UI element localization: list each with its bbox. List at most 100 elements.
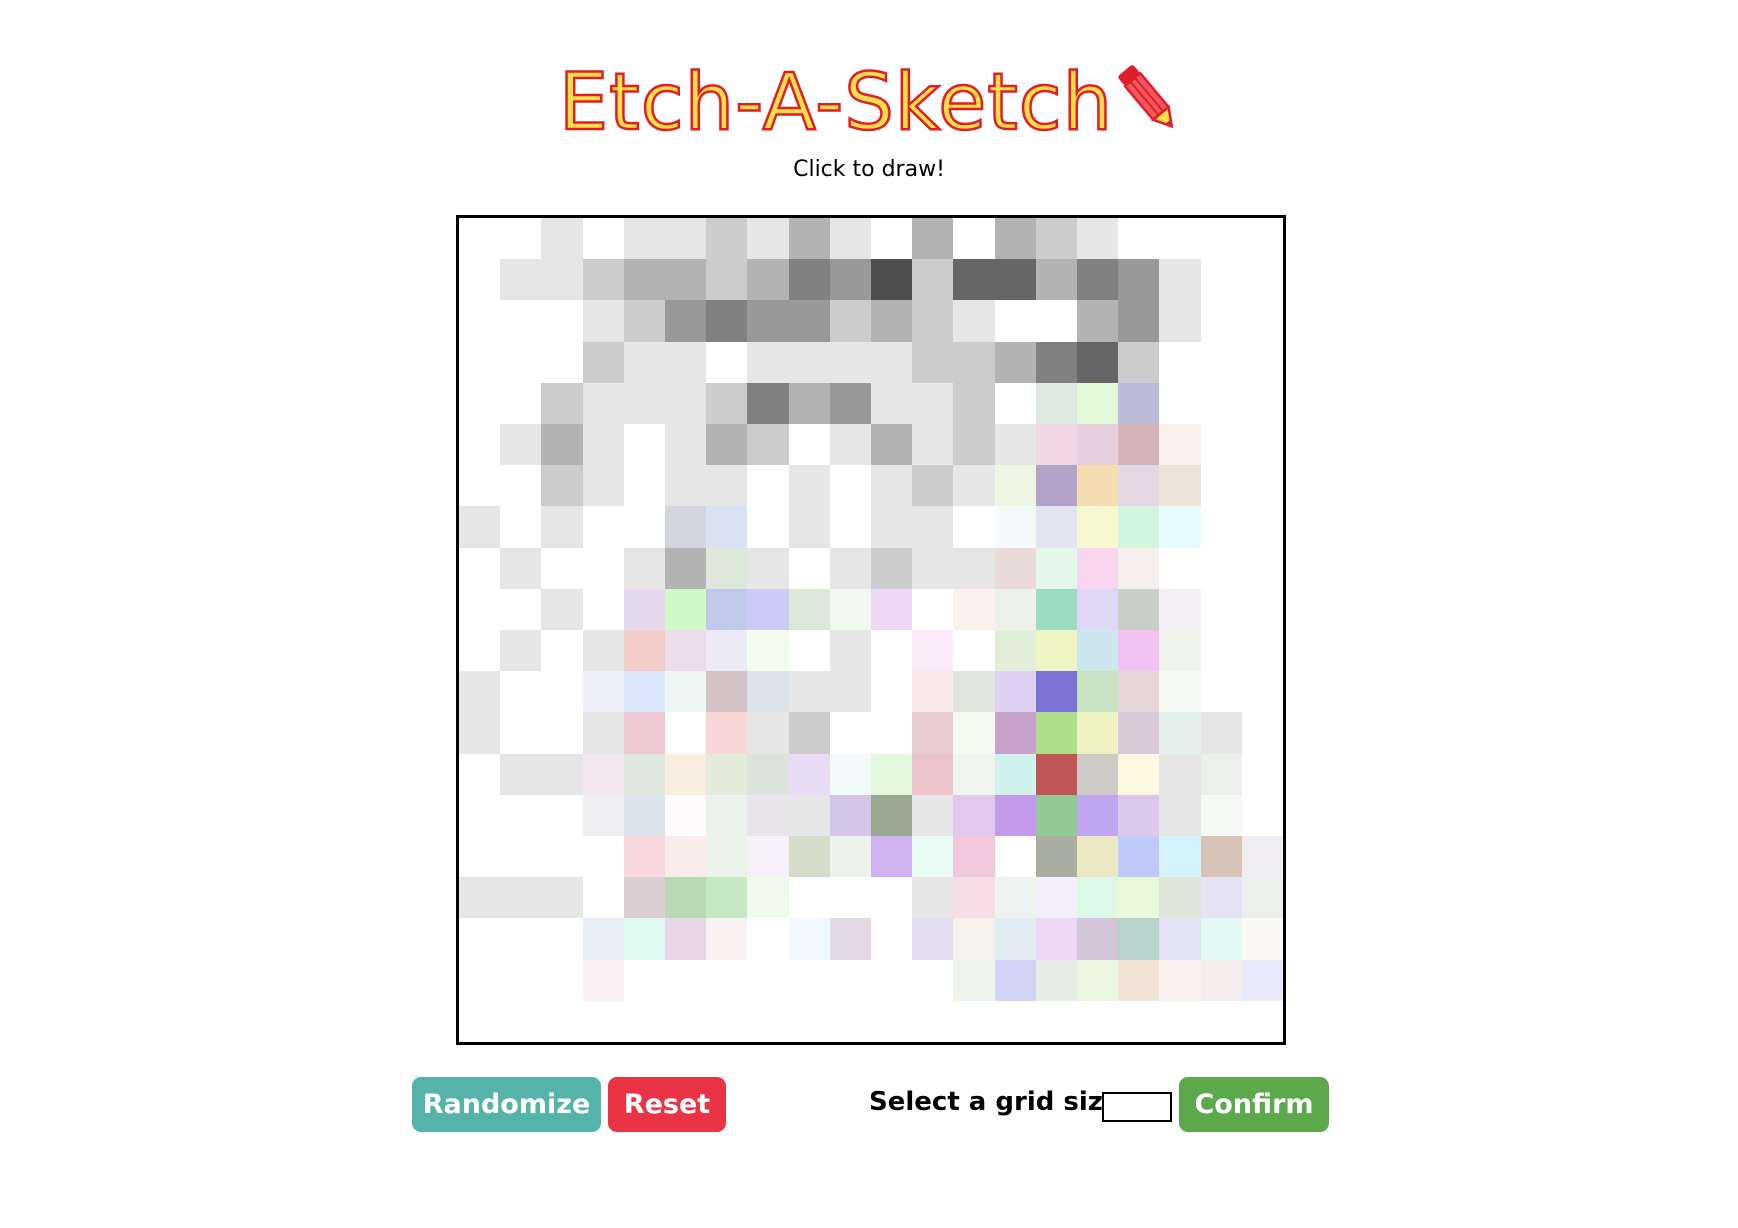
grid-cell[interactable]	[1118, 836, 1160, 878]
grid-cell[interactable]	[1241, 465, 1283, 507]
grid-cell[interactable]	[1035, 259, 1077, 301]
grid-cell[interactable]	[1200, 959, 1242, 1001]
grid-cell[interactable]	[994, 671, 1036, 713]
grid-cell[interactable]	[500, 877, 542, 919]
grid-cell[interactable]	[912, 588, 954, 630]
grid-cell[interactable]	[1200, 259, 1242, 301]
grid-cell[interactable]	[459, 424, 501, 466]
grid-cell[interactable]	[459, 300, 501, 342]
grid-cell[interactable]	[541, 877, 583, 919]
grid-cell[interactable]	[871, 341, 913, 383]
grid-cell[interactable]	[953, 424, 995, 466]
grid-cell[interactable]	[500, 794, 542, 836]
grid-cell[interactable]	[582, 1000, 624, 1042]
grid-cell[interactable]	[788, 836, 830, 878]
grid-cell[interactable]	[747, 671, 789, 713]
grid-cell[interactable]	[706, 300, 748, 342]
grid-cell[interactable]	[871, 588, 913, 630]
grid-cell[interactable]	[747, 506, 789, 548]
grid-cell[interactable]	[1035, 630, 1077, 672]
grid-cell[interactable]	[788, 588, 830, 630]
grid-cell[interactable]	[871, 836, 913, 878]
grid-cell[interactable]	[500, 753, 542, 795]
grid-cell[interactable]	[871, 382, 913, 424]
grid-cell[interactable]	[747, 218, 789, 260]
grid-cell[interactable]	[1118, 465, 1160, 507]
grid-cell[interactable]	[623, 794, 665, 836]
grid-cell[interactable]	[541, 259, 583, 301]
grid-cell[interactable]	[1200, 671, 1242, 713]
grid-cell[interactable]	[953, 1000, 995, 1042]
grid-cell[interactable]	[788, 341, 830, 383]
grid-cell[interactable]	[1077, 630, 1119, 672]
grid-cell[interactable]	[500, 259, 542, 301]
grid-cell[interactable]	[623, 382, 665, 424]
grid-cell[interactable]	[623, 671, 665, 713]
grid-cell[interactable]	[1035, 712, 1077, 754]
grid-cell[interactable]	[1118, 1000, 1160, 1042]
grid-cell[interactable]	[994, 959, 1036, 1001]
grid-cell[interactable]	[953, 794, 995, 836]
grid-cell[interactable]	[1035, 300, 1077, 342]
grid-cell[interactable]	[459, 218, 501, 260]
grid-cell[interactable]	[1118, 753, 1160, 795]
grid-cell[interactable]	[500, 630, 542, 672]
grid-cell[interactable]	[623, 918, 665, 960]
grid-cell[interactable]	[623, 300, 665, 342]
sketch-grid[interactable]	[459, 218, 1283, 1042]
grid-cell[interactable]	[1118, 547, 1160, 589]
randomize-button[interactable]: Randomize	[412, 1077, 601, 1132]
grid-cell[interactable]	[459, 506, 501, 548]
grid-cell[interactable]	[829, 259, 871, 301]
grid-cell[interactable]	[665, 794, 707, 836]
grid-cell[interactable]	[623, 506, 665, 548]
grid-cell[interactable]	[788, 218, 830, 260]
grid-cell[interactable]	[1159, 465, 1201, 507]
grid-cell[interactable]	[1118, 259, 1160, 301]
grid-cell[interactable]	[1077, 300, 1119, 342]
grid-cell[interactable]	[665, 424, 707, 466]
grid-cell[interactable]	[1159, 712, 1201, 754]
grid-cell[interactable]	[871, 630, 913, 672]
grid-cell[interactable]	[1241, 918, 1283, 960]
grid-cell[interactable]	[706, 1000, 748, 1042]
grid-cell[interactable]	[871, 877, 913, 919]
grid-cell[interactable]	[912, 218, 954, 260]
grid-cell[interactable]	[1200, 218, 1242, 260]
grid-cell[interactable]	[953, 918, 995, 960]
grid-cell[interactable]	[829, 794, 871, 836]
grid-cell[interactable]	[541, 424, 583, 466]
grid-cell[interactable]	[994, 588, 1036, 630]
grid-cell[interactable]	[706, 630, 748, 672]
grid-cell[interactable]	[459, 259, 501, 301]
grid-cell[interactable]	[500, 300, 542, 342]
grid-cell[interactable]	[1077, 259, 1119, 301]
grid-cell[interactable]	[500, 382, 542, 424]
grid-cell[interactable]	[706, 836, 748, 878]
grid-cell[interactable]	[459, 547, 501, 589]
grid-cell[interactable]	[1035, 506, 1077, 548]
grid-cell[interactable]	[1159, 877, 1201, 919]
grid-cell[interactable]	[994, 794, 1036, 836]
grid-cell[interactable]	[582, 712, 624, 754]
grid-cell[interactable]	[582, 918, 624, 960]
grid-cell[interactable]	[788, 259, 830, 301]
grid-cell[interactable]	[871, 506, 913, 548]
grid-cell[interactable]	[541, 712, 583, 754]
grid-cell[interactable]	[706, 794, 748, 836]
grid-cell[interactable]	[1077, 465, 1119, 507]
grid-cell[interactable]	[541, 465, 583, 507]
grid-cell[interactable]	[994, 918, 1036, 960]
grid-cell[interactable]	[1077, 712, 1119, 754]
grid-cell[interactable]	[1035, 1000, 1077, 1042]
grid-cell[interactable]	[1200, 465, 1242, 507]
grid-cell[interactable]	[1241, 341, 1283, 383]
grid-cell[interactable]	[829, 918, 871, 960]
grid-cell[interactable]	[582, 877, 624, 919]
grid-cell[interactable]	[706, 588, 748, 630]
grid-cell[interactable]	[829, 1000, 871, 1042]
grid-cell[interactable]	[1159, 1000, 1201, 1042]
grid-cell[interactable]	[747, 959, 789, 1001]
grid-cell[interactable]	[788, 877, 830, 919]
grid-cell[interactable]	[706, 424, 748, 466]
